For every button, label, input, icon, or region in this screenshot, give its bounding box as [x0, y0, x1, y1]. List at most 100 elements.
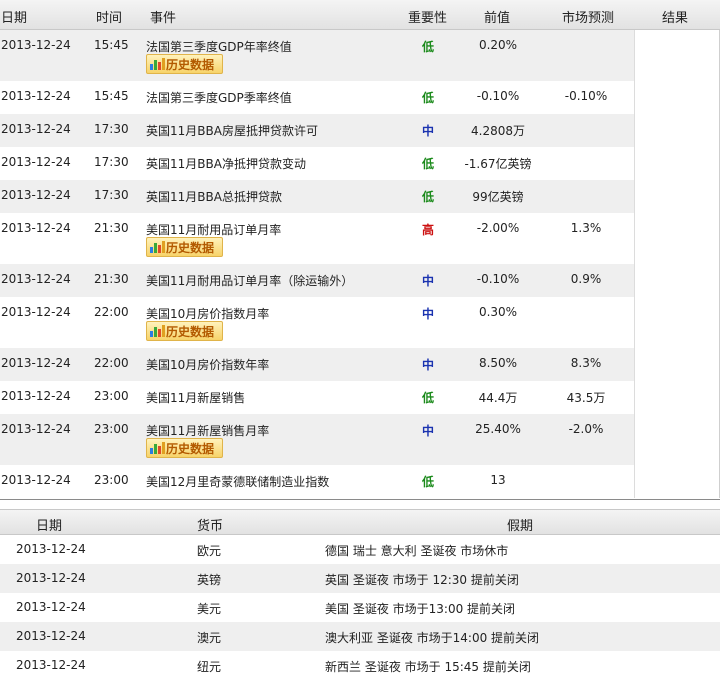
row-event: 法国第三季度GDP年率终值: [146, 40, 292, 54]
bar-chart-icon: [149, 324, 165, 338]
row-previous: -1.67亿英镑: [464, 157, 532, 171]
holiday-date: 2013-12-24: [16, 629, 86, 643]
header-importance: 重要性: [408, 11, 448, 26]
row-forecast: 0.9%: [570, 272, 602, 286]
row-previous: 99亿英镑: [472, 190, 524, 204]
row-time: 22:00: [94, 305, 129, 319]
row-importance: 低: [421, 391, 434, 405]
row-date: 2013-12-24: [1, 356, 71, 370]
row-importance: 高: [421, 223, 434, 237]
history-data-label: 历史数据: [166, 240, 215, 255]
holiday-date: 2013-12-24: [16, 658, 86, 672]
row-event: 法国第三季度GDP季率终值: [146, 91, 292, 105]
header-time: 时间: [96, 11, 123, 26]
header-forecast: 市场预测: [562, 11, 615, 26]
row-importance: 低: [421, 190, 434, 204]
history-data-button[interactable]: 历史数据: [146, 237, 223, 257]
row-time: 23:00: [94, 473, 129, 487]
row-importance: 中: [421, 124, 434, 138]
calendar-row: 2013-12-24 15:45 法国第三季度GDP季率终值低 -0.10% -0.10…: [0, 81, 634, 114]
history-data-button[interactable]: 历史数据: [146, 321, 223, 341]
row-event: 英国11月BBA总抵押贷款: [146, 190, 282, 204]
calendar-row: 2013-12-24 23:00 美国11月新屋销售月率中 25.40% -2.0% 历史…: [0, 414, 634, 465]
calendar-row: 2013-12-24 17:30 英国11月BBA房屋抵押贷款许可 中 4.2808万: [0, 114, 634, 147]
row-importance: 低: [421, 40, 434, 54]
history-data-label: 历史数据: [166, 324, 215, 339]
holiday-date: 2013-12-24: [16, 571, 86, 585]
row-event: 美国11月新屋销售: [146, 391, 246, 405]
row-previous: 4.2808万: [471, 124, 525, 138]
history-data-label: 历史数据: [166, 57, 215, 72]
row-time: 23:00: [94, 389, 129, 403]
row-date: 2013-12-24: [1, 389, 71, 403]
row-importance: 低: [421, 475, 434, 489]
holiday-header-currency: 货币: [197, 519, 224, 534]
holiday-description: 英国 圣诞夜 市场于 12:30 提前关闭: [325, 573, 519, 587]
row-forecast: 43.5万: [566, 391, 606, 405]
row-event: 英国11月BBA净抵押贷款变动: [146, 157, 306, 171]
row-forecast: 1.3%: [570, 221, 602, 235]
calendar-row: 2013-12-24 21:30 美国11月耐用品订单月率（除运输外）中 -0.10%…: [0, 264, 634, 297]
holiday-description: 美国 圣诞夜 市场于13:00 提前关闭: [325, 602, 516, 616]
row-date: 2013-12-24: [1, 221, 71, 235]
row-importance: 中: [421, 358, 434, 372]
row-event: 美国10月房价指数年率: [146, 358, 270, 372]
calendar-body: 2013-12-24 15:45 法国第三季度GDP年率终值低 0.20% 历史数据 20…: [0, 30, 720, 498]
row-event: 美国11月耐用品订单月率（除运输外）: [146, 274, 354, 288]
calendar-row: 2013-12-24 17:30 英国11月BBA总抵押贷款 低 99亿英镑: [0, 180, 634, 213]
header-result: 结果: [662, 11, 689, 26]
row-time: 15:45: [94, 38, 129, 52]
holiday-row: 2013-12-24 欧元 德国 瑞士 意大利 圣诞夜 市场休市: [0, 535, 720, 564]
header-date: 日期: [1, 11, 28, 26]
bar-chart-icon: [149, 57, 165, 71]
row-date: 2013-12-24: [1, 122, 71, 136]
row-date: 2013-12-24: [1, 473, 71, 487]
holiday-row: 2013-12-24 纽元 新西兰 圣诞夜 市场于 15:45 提前关闭: [0, 651, 720, 680]
calendar-row: 2013-12-24 22:00 美国10月房价指数年率中 8.50% 8.3%: [0, 348, 634, 381]
row-forecast: -0.10%: [564, 89, 608, 103]
row-time: 15:45: [94, 89, 129, 103]
row-date: 2013-12-24: [1, 188, 71, 202]
row-time: 23:00: [94, 422, 129, 436]
row-previous: 13: [490, 473, 506, 487]
row-time: 17:30: [94, 188, 129, 202]
row-event: 英国11月BBA房屋抵押贷款许可: [146, 124, 318, 138]
history-data-button[interactable]: 历史数据: [146, 438, 223, 458]
row-forecast: 8.3%: [570, 356, 602, 370]
holiday-row: 2013-12-24 英镑 英国 圣诞夜 市场于 12:30 提前关闭: [0, 564, 720, 593]
holiday-currency: 美元: [197, 602, 222, 616]
header-previous: 前值: [484, 11, 511, 26]
row-date: 2013-12-24: [1, 305, 71, 319]
row-importance: 低: [421, 157, 434, 171]
row-date: 2013-12-24: [1, 155, 71, 169]
row-time: 22:00: [94, 356, 129, 370]
row-date: 2013-12-24: [1, 89, 71, 103]
calendar-row: 2013-12-24 17:30 英国11月BBA净抵押贷款变动 低 -1.67亿英镑: [0, 147, 634, 180]
holiday-row: 2013-12-24 美元 美国 圣诞夜 市场于13:00 提前关闭: [0, 593, 720, 622]
calendar-row: 2013-12-24 22:00 美国10月房价指数月率 中 0.30% 历史数据: [0, 297, 634, 348]
row-time: 21:30: [94, 272, 129, 286]
economic-calendar-table: 日期 时间 事件 重要性 前值 市场预测 结果 2013-12-24 15:45 法…: [0, 0, 720, 498]
holiday-header-date: 日期: [36, 519, 63, 534]
bar-chart-icon: [149, 240, 165, 254]
holiday-description: 新西兰 圣诞夜 市场于 15:45 提前关闭: [325, 660, 531, 674]
calendar-row: 2013-12-24 23:00 美国11月新屋销售低 44.4万 43.5万: [0, 381, 634, 414]
holiday-table: 日期 货币 假期 2013-12-24 欧元 德国 瑞士 意大利 圣诞夜 市场休市 2…: [0, 509, 720, 680]
holiday-currency: 纽元: [197, 660, 222, 674]
row-importance: 中: [421, 274, 434, 288]
holiday-currency: 英镑: [197, 573, 222, 587]
row-time: 21:30: [94, 221, 129, 235]
row-previous: 0.30%: [478, 305, 518, 319]
result-column-panel: [634, 30, 720, 498]
row-event: 美国10月房价指数月率: [146, 307, 270, 321]
row-date: 2013-12-24: [1, 422, 71, 436]
history-data-button[interactable]: 历史数据: [146, 54, 223, 74]
holiday-description: 澳大利亚 圣诞夜 市场于14:00 提前关闭: [325, 631, 540, 645]
holiday-date: 2013-12-24: [16, 600, 86, 614]
row-date: 2013-12-24: [1, 272, 71, 286]
row-importance: 低: [421, 91, 434, 105]
row-time: 17:30: [94, 155, 129, 169]
row-event: 美国11月新屋销售月率: [146, 424, 270, 438]
holiday-header-row: 日期 货币 假期: [0, 509, 720, 535]
calendar-row: 2013-12-24 21:30 美国11月耐用品订单月率高 -2.00% 1.3% 历史…: [0, 213, 634, 264]
